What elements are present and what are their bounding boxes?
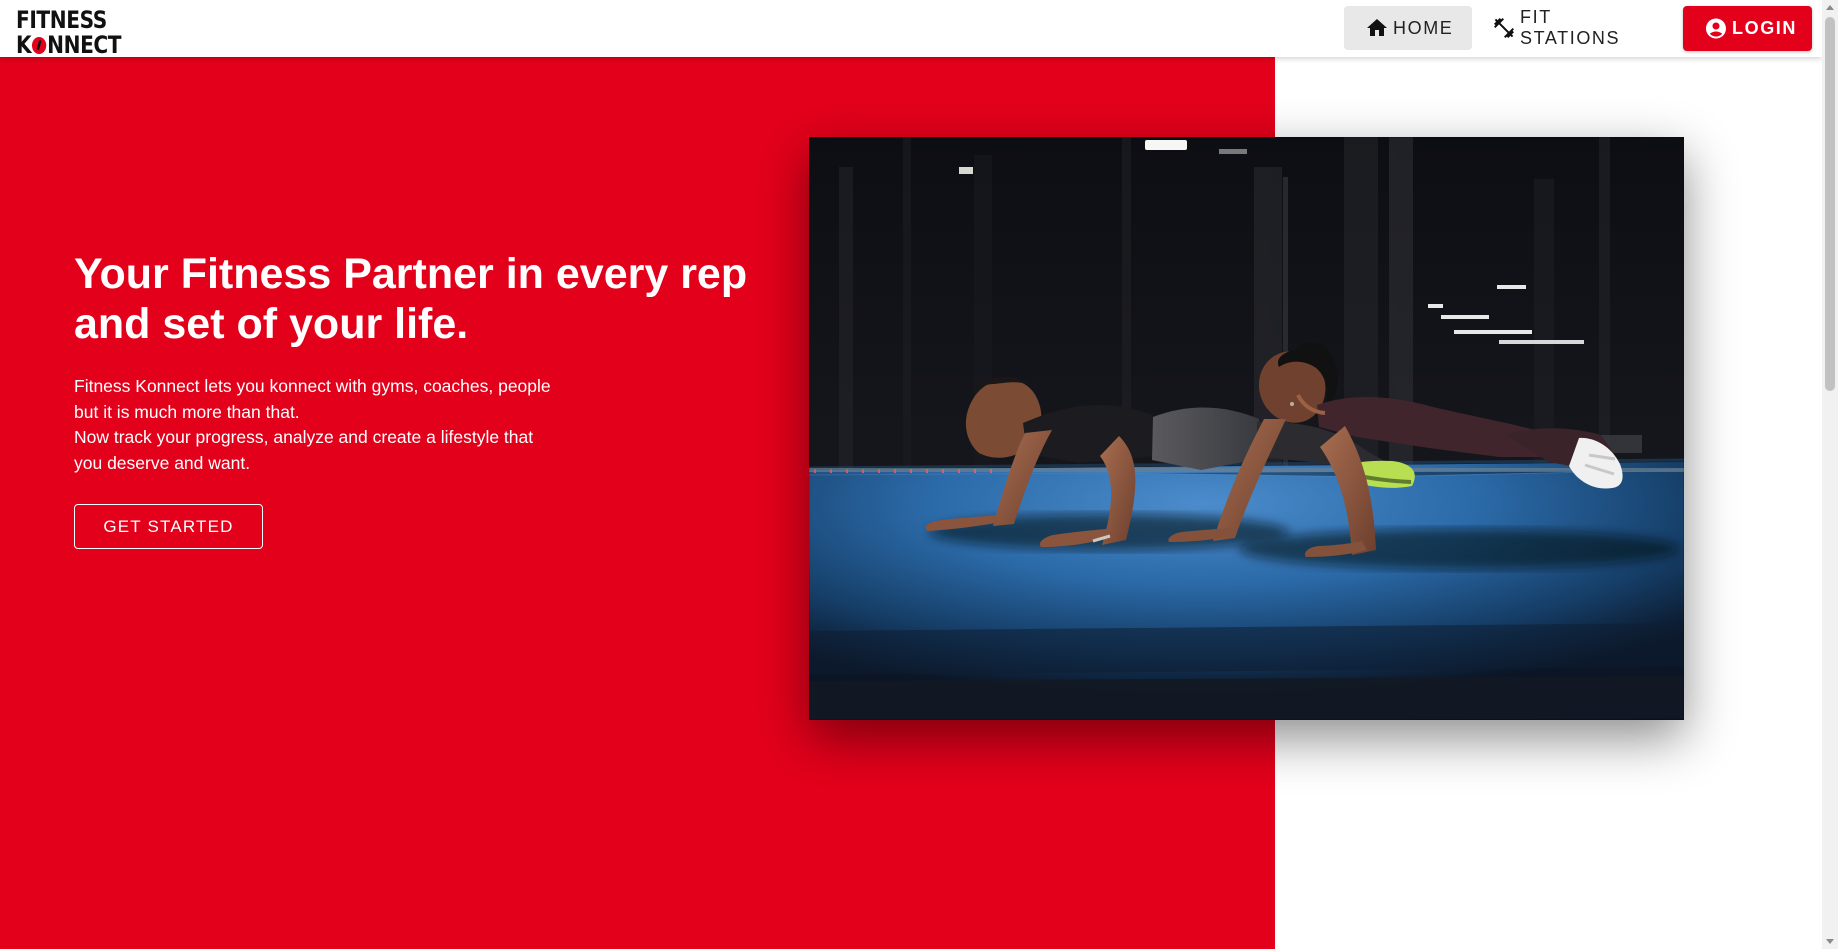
hero-description-line: Now track your progress, analyze and cre… bbox=[74, 427, 534, 447]
login-label: LOGIN bbox=[1732, 18, 1797, 38]
push-up-workout-photo bbox=[809, 137, 1684, 720]
get-started-button[interactable]: GET STARTED bbox=[74, 504, 263, 549]
account-circle-icon bbox=[1704, 17, 1728, 41]
hero-headline: Your Fitness Partner in every rep and se… bbox=[74, 250, 748, 348]
login-button[interactable]: LOGIN bbox=[1683, 6, 1812, 51]
logo-text-line-2: K NNECT bbox=[16, 31, 122, 59]
nav-fit-stations-button[interactable]: FIT STATIONS bbox=[1487, 6, 1657, 50]
push-up-workout-illustration bbox=[809, 137, 1684, 720]
scroll-up-icon[interactable] bbox=[1826, 5, 1834, 10]
logo-k: K bbox=[16, 31, 32, 59]
logo-text-line-1: FITNESS bbox=[16, 6, 107, 34]
logo-nnect: NNECT bbox=[47, 31, 122, 59]
top-navigation-bar: FITNESS K NNECT HOME FIT STATIONS LOGIN bbox=[0, 0, 1822, 57]
landing-page: FITNESS K NNECT HOME FIT STATIONS LOGIN … bbox=[0, 0, 1838, 949]
hero-description: Fitness Konnect lets you konnect with gy… bbox=[74, 374, 584, 476]
nav-fit-stations-label: FIT STATIONS bbox=[1520, 7, 1621, 48]
home-icon bbox=[1365, 16, 1389, 40]
vertical-scrollbar[interactable] bbox=[1822, 0, 1838, 949]
scrollbar-thumb[interactable] bbox=[1825, 17, 1835, 391]
nav-home-button[interactable]: HOME bbox=[1344, 6, 1472, 50]
hero-description-line: Fitness Konnect lets you konnect with gy… bbox=[74, 376, 551, 396]
hero-description-line: but it is much more than that. bbox=[74, 401, 300, 422]
scroll-down-icon[interactable] bbox=[1826, 939, 1834, 944]
fitness-center-icon bbox=[1492, 16, 1516, 40]
hero-description-line: you deserve and want. bbox=[74, 452, 251, 473]
nav-home-label: HOME bbox=[1393, 17, 1454, 38]
fitness-konnect-logo[interactable]: FITNESS K NNECT bbox=[16, 6, 128, 57]
logo-o-icon bbox=[32, 37, 47, 54]
